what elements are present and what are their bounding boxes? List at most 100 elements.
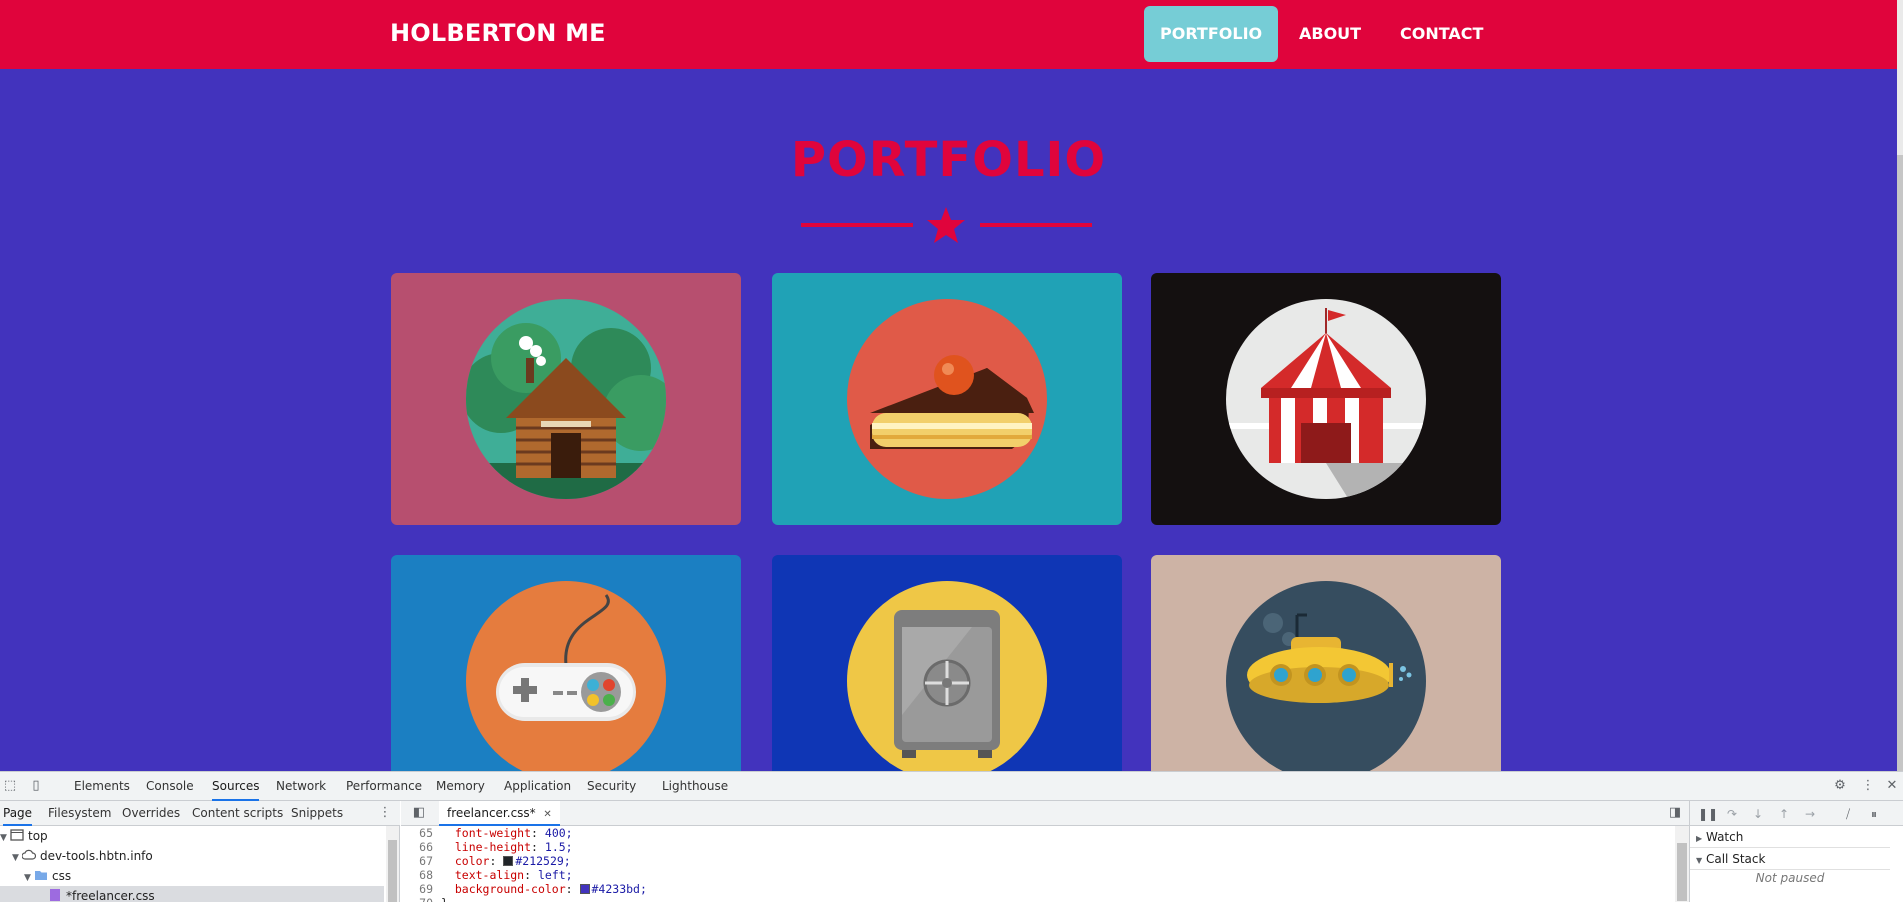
css-property: text-align [454,868,525,882]
devtools-panel: ⬚ ▯ Elements Console Sources Network Per… [0,771,1903,902]
navigator-tab-page[interactable]: Page [3,801,33,826]
star-icon [927,207,965,243]
debugger-toolbar: ❚❚ ↷ ↓ ↑ → ⧸ ⏸ [1690,801,1903,826]
css-value: #212529; [515,854,571,868]
tree-item-domain[interactable]: ▼ dev-tools.hbtn.info [0,846,384,866]
more-options-icon[interactable]: ⋮ [1860,778,1876,794]
page-scrollbar-thumb[interactable] [1897,155,1903,771]
debugger-sidebar: ❚❚ ↷ ↓ ↑ → ⧸ ⏸ ▶ Watch ▼ Call Stack Not … [1689,801,1903,902]
devtools-tab-security[interactable]: Security [587,772,636,801]
step-out-icon[interactable]: ↑ [1776,806,1792,822]
portfolio-item-safe[interactable] [772,555,1122,771]
css-value: left; [537,868,573,882]
line-number: 68 [419,868,433,882]
code-brace: } [441,896,448,902]
css-value: 400; [544,826,573,840]
sources-navigator: Page Filesystem Overrides Content script… [0,801,400,902]
divider-line-left [801,223,913,227]
portfolio-item-cake[interactable] [772,273,1122,525]
close-tab-icon[interactable]: ✕ [543,809,551,820]
step-over-icon[interactable]: ↷ [1724,806,1740,822]
game-controller-icon [391,555,741,771]
navigator-more-icon[interactable]: ⋮ [377,805,393,821]
css-property: background-color [454,882,566,896]
portfolio-item-game[interactable] [391,555,741,771]
code-line: 67 color: #212529; [401,854,1675,868]
code-line: 70} [401,896,1675,902]
callstack-pane-header[interactable]: ▼ Call Stack [1690,848,1890,870]
devtools-tab-network[interactable]: Network [276,772,326,801]
settings-gear-icon[interactable]: ⚙ [1832,778,1848,794]
portfolio-item-circus[interactable] [1151,273,1501,525]
toggle-navigator-icon[interactable]: ◧ [411,805,427,821]
navigator-tabs: Page Filesystem Overrides Content script… [0,801,400,826]
divider-line-right [980,223,1092,227]
cabin-icon [391,273,741,525]
line-number: 69 [419,882,433,896]
nav-portfolio[interactable]: PORTFOLIO [1144,6,1279,62]
step-into-icon[interactable]: ↓ [1750,806,1766,822]
tree-item-freelancer-css[interactable]: *freelancer.css [0,886,384,902]
navbar: HOLBERTON ME PORTFOLIO ABOUT CONTACT [0,0,1897,69]
step-icon[interactable]: → [1802,806,1818,822]
frame-icon [10,829,24,841]
inspect-element-icon[interactable]: ⬚ [2,778,18,794]
editor-scrollbar[interactable] [1675,826,1689,902]
css-value: 1.5; [544,840,573,854]
editor-tabs: ◧ freelancer.css* ✕ ◨ [401,801,1689,826]
not-paused-status: Not paused [1755,871,1825,885]
devtools-tab-memory[interactable]: Memory [436,772,485,801]
color-swatch[interactable] [579,884,590,894]
code-line: 65 font-weight: 400; [401,826,1675,840]
devtools-tab-sources[interactable]: Sources [212,772,260,801]
tree-item-label: css [52,869,72,883]
pause-icon[interactable]: ❚❚ [1698,806,1718,822]
close-devtools-icon[interactable]: ✕ [1884,778,1900,794]
css-property: color [454,854,490,868]
code-view[interactable]: 65 font-weight: 400; 66 line-height: 1.5… [401,826,1675,902]
code-line: 68 text-align: left; [401,868,1675,882]
file-icon [50,889,60,901]
tree-item-top[interactable]: ▼ top [0,826,384,846]
callstack-label: Call Stack [1705,852,1766,866]
portfolio-item-cabin[interactable] [391,273,741,525]
portfolio-item-submarine[interactable] [1151,555,1501,771]
navigator-tab-snippets[interactable]: Snippets [291,801,343,826]
navigator-tab-content-scripts[interactable]: Content scripts [192,801,283,826]
line-number: 67 [419,854,433,868]
tree-item-label: dev-tools.hbtn.info [40,849,153,863]
pause-on-exceptions-icon[interactable]: ⏸ [1866,806,1882,822]
navigator-tab-filesystem[interactable]: Filesystem [48,801,111,826]
editor-tab-freelancer-css[interactable]: freelancer.css* ✕ [439,801,560,826]
devtools-tab-console[interactable]: Console [146,772,194,801]
watch-pane-header[interactable]: ▶ Watch [1690,826,1890,848]
devtools-tabbar: ⬚ ▯ Elements Console Sources Network Per… [0,772,1903,801]
nav-contact[interactable]: CONTACT [1384,6,1499,62]
circus-tent-icon [1151,273,1501,525]
css-value: #4233bd; [591,882,647,896]
devtools-tab-application[interactable]: Application [504,772,571,801]
device-toolbar-icon[interactable]: ▯ [28,778,44,794]
page-viewport: HOLBERTON ME PORTFOLIO ABOUT CONTACT POR… [0,0,1903,771]
line-number: 70 [401,896,441,902]
section-title: PORTFOLIO [790,132,1107,188]
css-property: line-height [454,840,532,854]
color-swatch[interactable] [503,856,514,866]
page-scrollbar[interactable] [1897,0,1903,771]
editor-tab-label: freelancer.css* [447,806,536,820]
devtools-tab-lighthouse[interactable]: Lighthouse [662,772,728,801]
code-line: 66 line-height: 1.5; [401,840,1675,854]
toggle-debugger-icon[interactable]: ◨ [1667,805,1683,821]
folder-icon [35,871,47,880]
navigator-tab-overrides[interactable]: Overrides [122,801,180,826]
tree-item-label: *freelancer.css [66,889,155,902]
nav-about[interactable]: ABOUT [1283,6,1377,62]
tree-item-css-folder[interactable]: ▼ css [0,866,384,886]
brand-logo[interactable]: HOLBERTON ME [390,19,606,47]
devtools-tab-performance[interactable]: Performance [346,772,422,801]
devtools-tab-elements[interactable]: Elements [74,772,130,801]
deactivate-breakpoints-icon[interactable]: ⧸ [1840,806,1856,822]
submarine-icon [1151,555,1501,771]
navigator-scrollbar[interactable] [386,826,399,902]
code-line: 69 background-color: #4233bd; [401,882,1675,896]
